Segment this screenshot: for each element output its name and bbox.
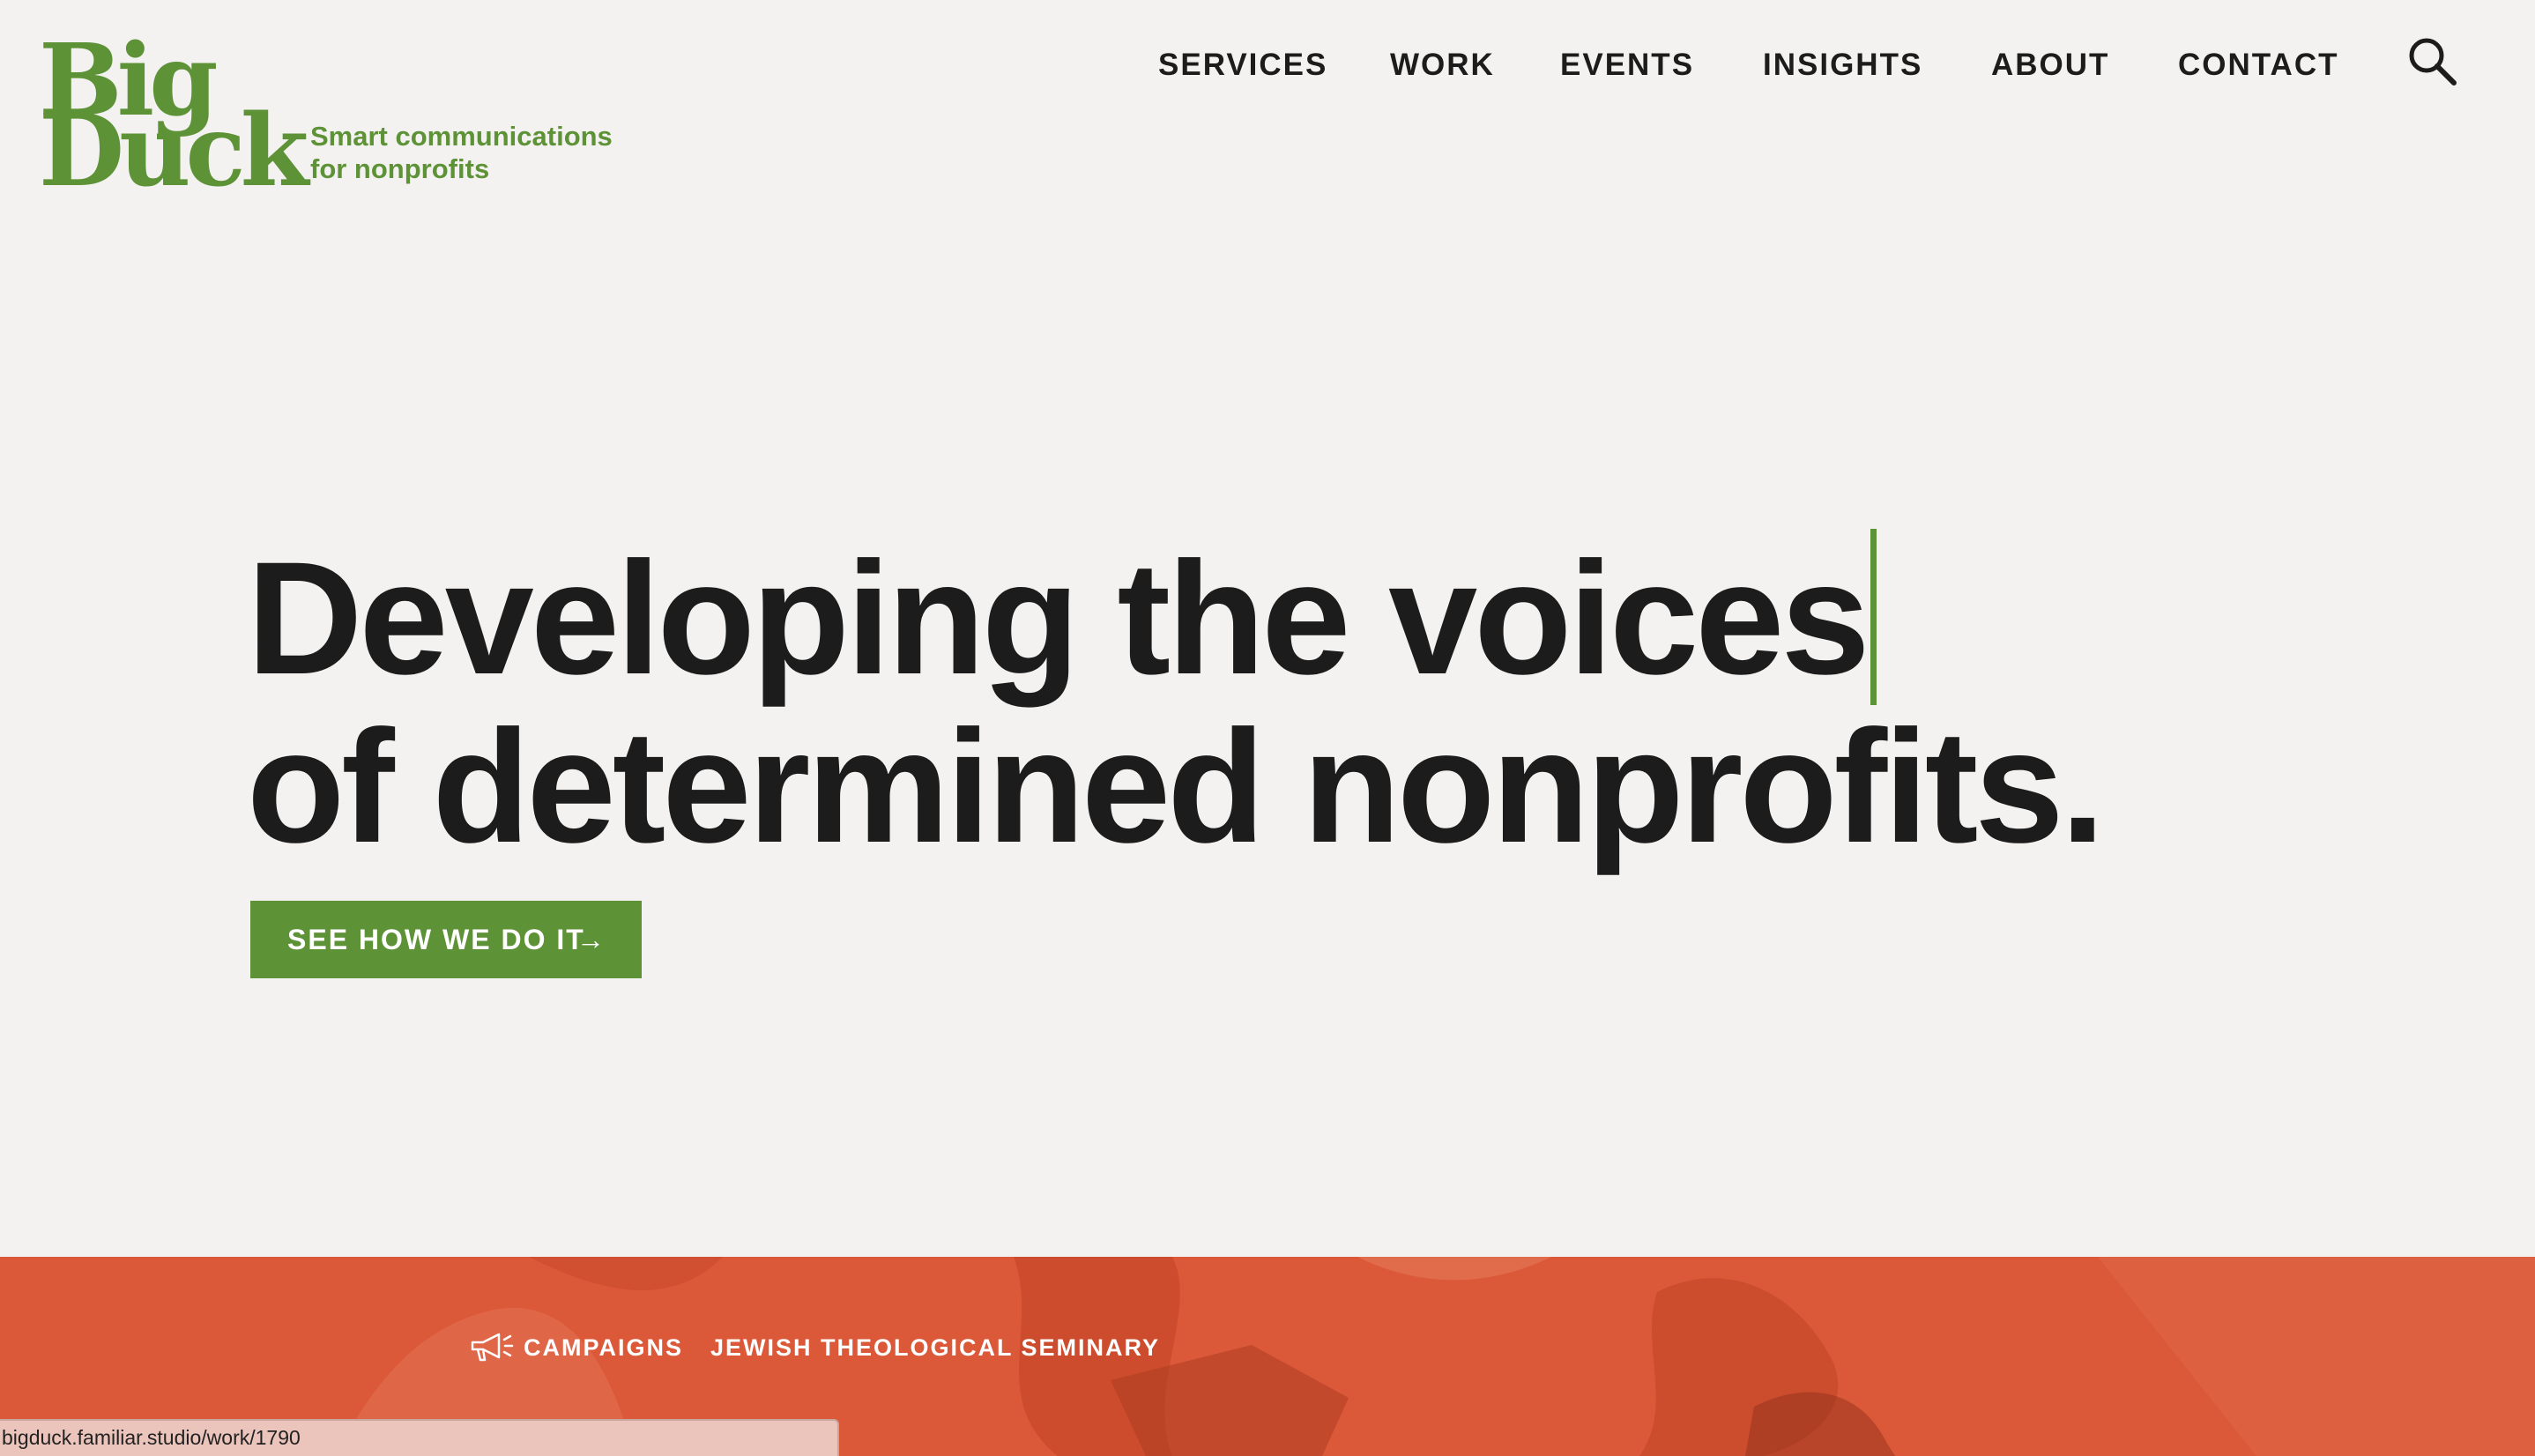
featured-client-label[interactable]: JEWISH THEOLOGICAL SEMINARY: [710, 1333, 1160, 1363]
arrow-right-icon: →: [576, 924, 606, 955]
megaphone-icon: [471, 1333, 514, 1362]
nav-item-services[interactable]: SERVICES: [1158, 46, 1327, 85]
browser-status-bar: bigduck.familiar.studio/work/1790: [0, 1419, 839, 1456]
hero-headline-line-2: of determined nonprofits.: [247, 696, 2105, 876]
logo-word-duck: Duck: [39, 93, 309, 209]
main-nav: SERVICES WORK EVENTS INSIGHTS ABOUT CONT…: [0, 46, 2535, 90]
typing-caret: [1870, 529, 1877, 705]
hero-headline-line-1-text: Developing the voices: [247, 528, 1870, 708]
nav-item-events[interactable]: EVENTS: [1560, 46, 1694, 85]
featured-category-label[interactable]: CAMPAIGNS: [524, 1333, 683, 1363]
nav-item-work[interactable]: WORK: [1390, 46, 1495, 85]
search-icon: [2409, 38, 2457, 85]
hero-headline: Developing the voices of determined nonp…: [247, 529, 2105, 876]
nav-item-contact[interactable]: CONTACT: [2178, 46, 2339, 85]
search-button[interactable]: [2405, 33, 2461, 90]
see-how-we-do-it-button[interactable]: SEE HOW WE DO IT →: [250, 901, 642, 978]
page: Big Duck Smart communications for nonpro…: [0, 0, 2535, 1456]
hero-headline-line-1: Developing the voices: [247, 529, 2101, 705]
tagline-line-1: Smart communications: [310, 121, 613, 152]
cta-label: SEE HOW WE DO IT: [287, 924, 585, 955]
nav-item-about[interactable]: ABOUT: [1991, 46, 2109, 85]
tagline-line-2: for nonprofits: [310, 153, 490, 184]
nav-item-insights[interactable]: INSIGHTS: [1763, 46, 1922, 85]
tagline: Smart communications for nonprofits: [310, 120, 613, 185]
